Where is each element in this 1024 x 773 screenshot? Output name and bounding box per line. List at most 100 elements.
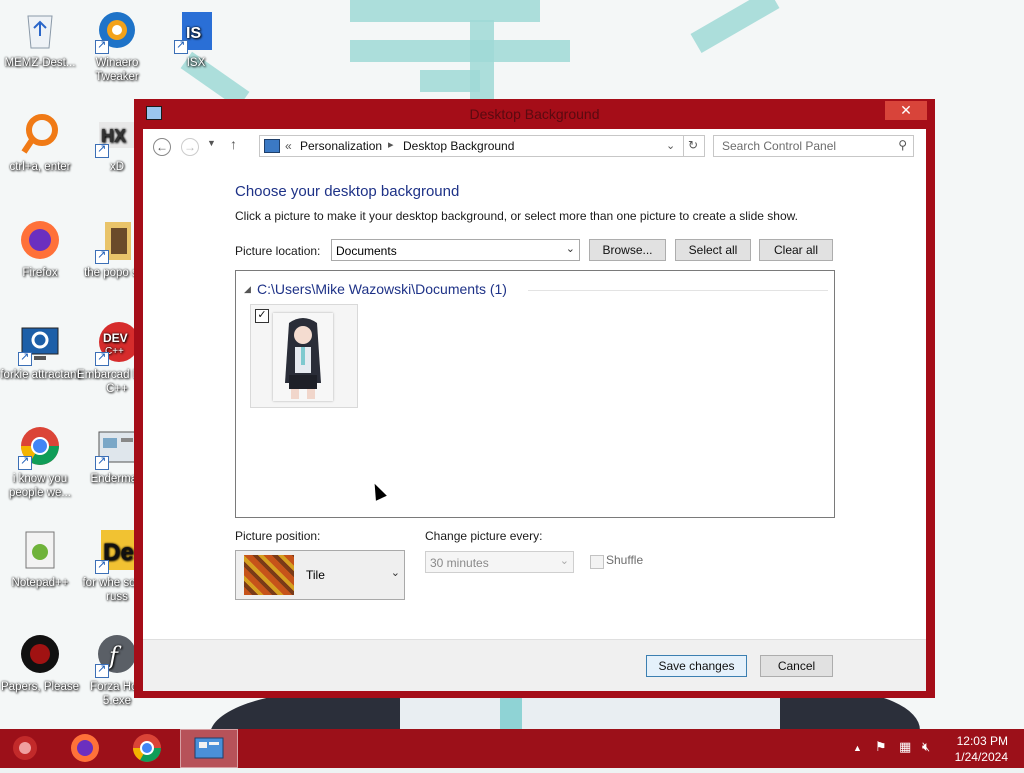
taskbar-firefox[interactable]: [58, 729, 112, 768]
back-button[interactable]: ←: [153, 138, 171, 156]
desktop-icon-label: Winaero Tweaker: [95, 57, 139, 83]
wallpaper-shape: [690, 0, 780, 54]
group-divider: [528, 290, 828, 291]
breadcrumb-desktop-background[interactable]: Desktop Background: [403, 139, 514, 153]
start-button[interactable]: [0, 729, 50, 768]
wallpaper-shape: [350, 40, 570, 62]
desktop-background-window: Desktop Background ✕ ← → ▼ ↑ « Personali…: [134, 99, 935, 698]
picture-list[interactable]: ◢ C:\Users\Mike Wazowski\Documents (1) ✓: [235, 270, 835, 518]
taskbar-clock[interactable]: 12:03 PM 1/24/2024: [955, 733, 1008, 765]
breadcrumb-personalization[interactable]: Personalization: [300, 139, 382, 153]
desktop-icon-ctrl-a[interactable]: ctrl+a, enter: [0, 112, 80, 174]
clock-date: 1/24/2024: [954, 750, 1008, 764]
desktop-icon-forkie[interactable]: forkie attractant: [0, 320, 80, 382]
devcpp-icon: DEV C++: [95, 320, 139, 366]
chrome-icon: [133, 734, 161, 762]
settings-monitor-icon: [18, 320, 62, 366]
up-button[interactable]: ↑: [230, 136, 237, 152]
desktop-icon-label: Notepad++: [11, 577, 69, 589]
close-icon: ✕: [900, 102, 912, 118]
network-icon[interactable]: ▦: [899, 739, 911, 755]
back-arrow-icon: ←: [156, 140, 168, 154]
shuffle-label: Shuffle: [606, 553, 644, 567]
taskbar-chrome[interactable]: [120, 729, 174, 768]
address-divider: [683, 136, 684, 156]
page-title: Choose your desktop background: [235, 183, 460, 200]
folder-icon: [95, 218, 139, 264]
volume-muted-icon[interactable]: 🔇︎: [922, 739, 930, 755]
group-header-documents[interactable]: C:\Users\Mike Wazowski\Documents (1): [257, 281, 507, 297]
desktop-icon-isx[interactable]: IS ISX: [156, 8, 236, 70]
window-client-area: ← → ▼ ↑ « Personalization ▸ Desktop Back…: [143, 129, 926, 691]
up-arrow-icon: ↑: [230, 136, 237, 152]
tile-preview-swatch: [244, 555, 294, 595]
desktop-icon-chrome[interactable]: i know you people we...: [0, 424, 80, 500]
desktop-icon-firefox[interactable]: Firefox: [0, 218, 80, 280]
change-picture-every-value: 30 minutes: [430, 556, 489, 570]
page-description: Click a picture to make it your desktop …: [235, 209, 798, 223]
notepadpp-icon: [18, 528, 62, 572]
hxd-icon: HX: [95, 112, 139, 158]
show-hidden-icons-button[interactable]: ▲: [853, 743, 862, 753]
picture-position-value: Tile: [306, 568, 325, 582]
picture-position-label: Picture position:: [235, 529, 321, 543]
address-overflow[interactable]: «: [285, 139, 292, 153]
dialog-footer: Save changes Cancel: [143, 639, 926, 691]
flash-icon: f: [95, 632, 139, 678]
clock-time: 12:03 PM: [956, 734, 1008, 748]
forward-arrow-icon: →: [184, 140, 196, 154]
forward-button[interactable]: →: [181, 138, 199, 156]
save-changes-button[interactable]: Save changes: [646, 655, 747, 677]
wallpaper-shape: [420, 70, 480, 92]
desktop-icon-label: Firefox: [22, 267, 58, 279]
desktop-icon-label: i know you people we...: [8, 473, 71, 499]
minimize-button[interactable]: [840, 101, 866, 119]
chevron-down-icon: ⌄: [565, 243, 575, 255]
change-picture-every-label: Change picture every:: [425, 529, 543, 543]
shuffle-checkbox[interactable]: [590, 555, 604, 569]
picture-thumbnail[interactable]: ✓: [250, 304, 358, 408]
cancel-button[interactable]: Cancel: [760, 655, 833, 677]
taskbar-control-panel[interactable]: [180, 729, 238, 768]
collapse-group-icon[interactable]: ◢: [244, 284, 251, 295]
control-panel-icon: [194, 737, 224, 759]
recycle-bin-icon: [18, 8, 62, 52]
refresh-icon: ↻: [688, 138, 699, 152]
browse-button[interactable]: Browse...: [589, 239, 666, 261]
wallpaper-shape: [350, 0, 540, 22]
desktop-icon-label: ctrl+a, enter: [9, 161, 71, 173]
anime-girl-thumbnail-image: [273, 313, 333, 401]
picture-location-select[interactable]: Documents ⌄: [331, 239, 580, 261]
action-center-flag-icon[interactable]: ⚑: [875, 739, 887, 755]
desktop-icon-memz[interactable]: MEMZ-Dest...: [0, 8, 80, 70]
chrome-icon: [18, 424, 62, 470]
taskbar: ▲ ⚑ ▦ 🔇︎ 12:03 PM 1/24/2024: [0, 729, 1024, 768]
chevron-down-icon: ⌄: [559, 555, 569, 567]
desktop-icon-label: MEMZ-Dest...: [4, 57, 76, 69]
change-picture-every-select[interactable]: 30 minutes ⌄: [425, 551, 574, 573]
desktop-icon-winaero[interactable]: Winaero Tweaker: [77, 8, 157, 84]
desktop-icon-notepadpp[interactable]: Notepad++: [0, 528, 80, 590]
control-panel-address-icon: [264, 139, 280, 153]
desktop-icon-label: ISX: [186, 57, 206, 69]
svg-text:DEV: DEV: [103, 331, 128, 345]
chevron-down-icon: ▼: [207, 138, 216, 148]
clear-all-button[interactable]: Clear all: [759, 239, 833, 261]
recent-locations-dropdown[interactable]: ▼: [207, 138, 216, 148]
search-placeholder: Search Control Panel: [722, 139, 837, 153]
thumbnail-art: [273, 313, 333, 401]
address-dropdown[interactable]: ⌄: [666, 139, 675, 152]
picture-checkbox[interactable]: ✓: [255, 309, 269, 323]
select-all-button[interactable]: Select all: [675, 239, 751, 261]
search-control-panel-input[interactable]: Search Control Panel ⚲: [713, 135, 914, 157]
desktop-icon-papers-please[interactable]: Papers, Please: [0, 632, 80, 694]
title-bar[interactable]: Desktop Background ✕: [134, 99, 935, 128]
picture-location-value: Documents: [336, 244, 397, 258]
refresh-button[interactable]: ↻: [688, 138, 698, 152]
address-bar[interactable]: « Personalization ▸ Desktop Background ⌄…: [259, 135, 705, 157]
de-icon: De: [95, 528, 139, 574]
picture-position-select[interactable]: Tile ⌄: [235, 550, 405, 600]
close-button[interactable]: ✕: [885, 101, 927, 120]
search-icon[interactable]: ⚲: [898, 138, 907, 152]
picture-location-label: Picture location:: [235, 244, 321, 258]
